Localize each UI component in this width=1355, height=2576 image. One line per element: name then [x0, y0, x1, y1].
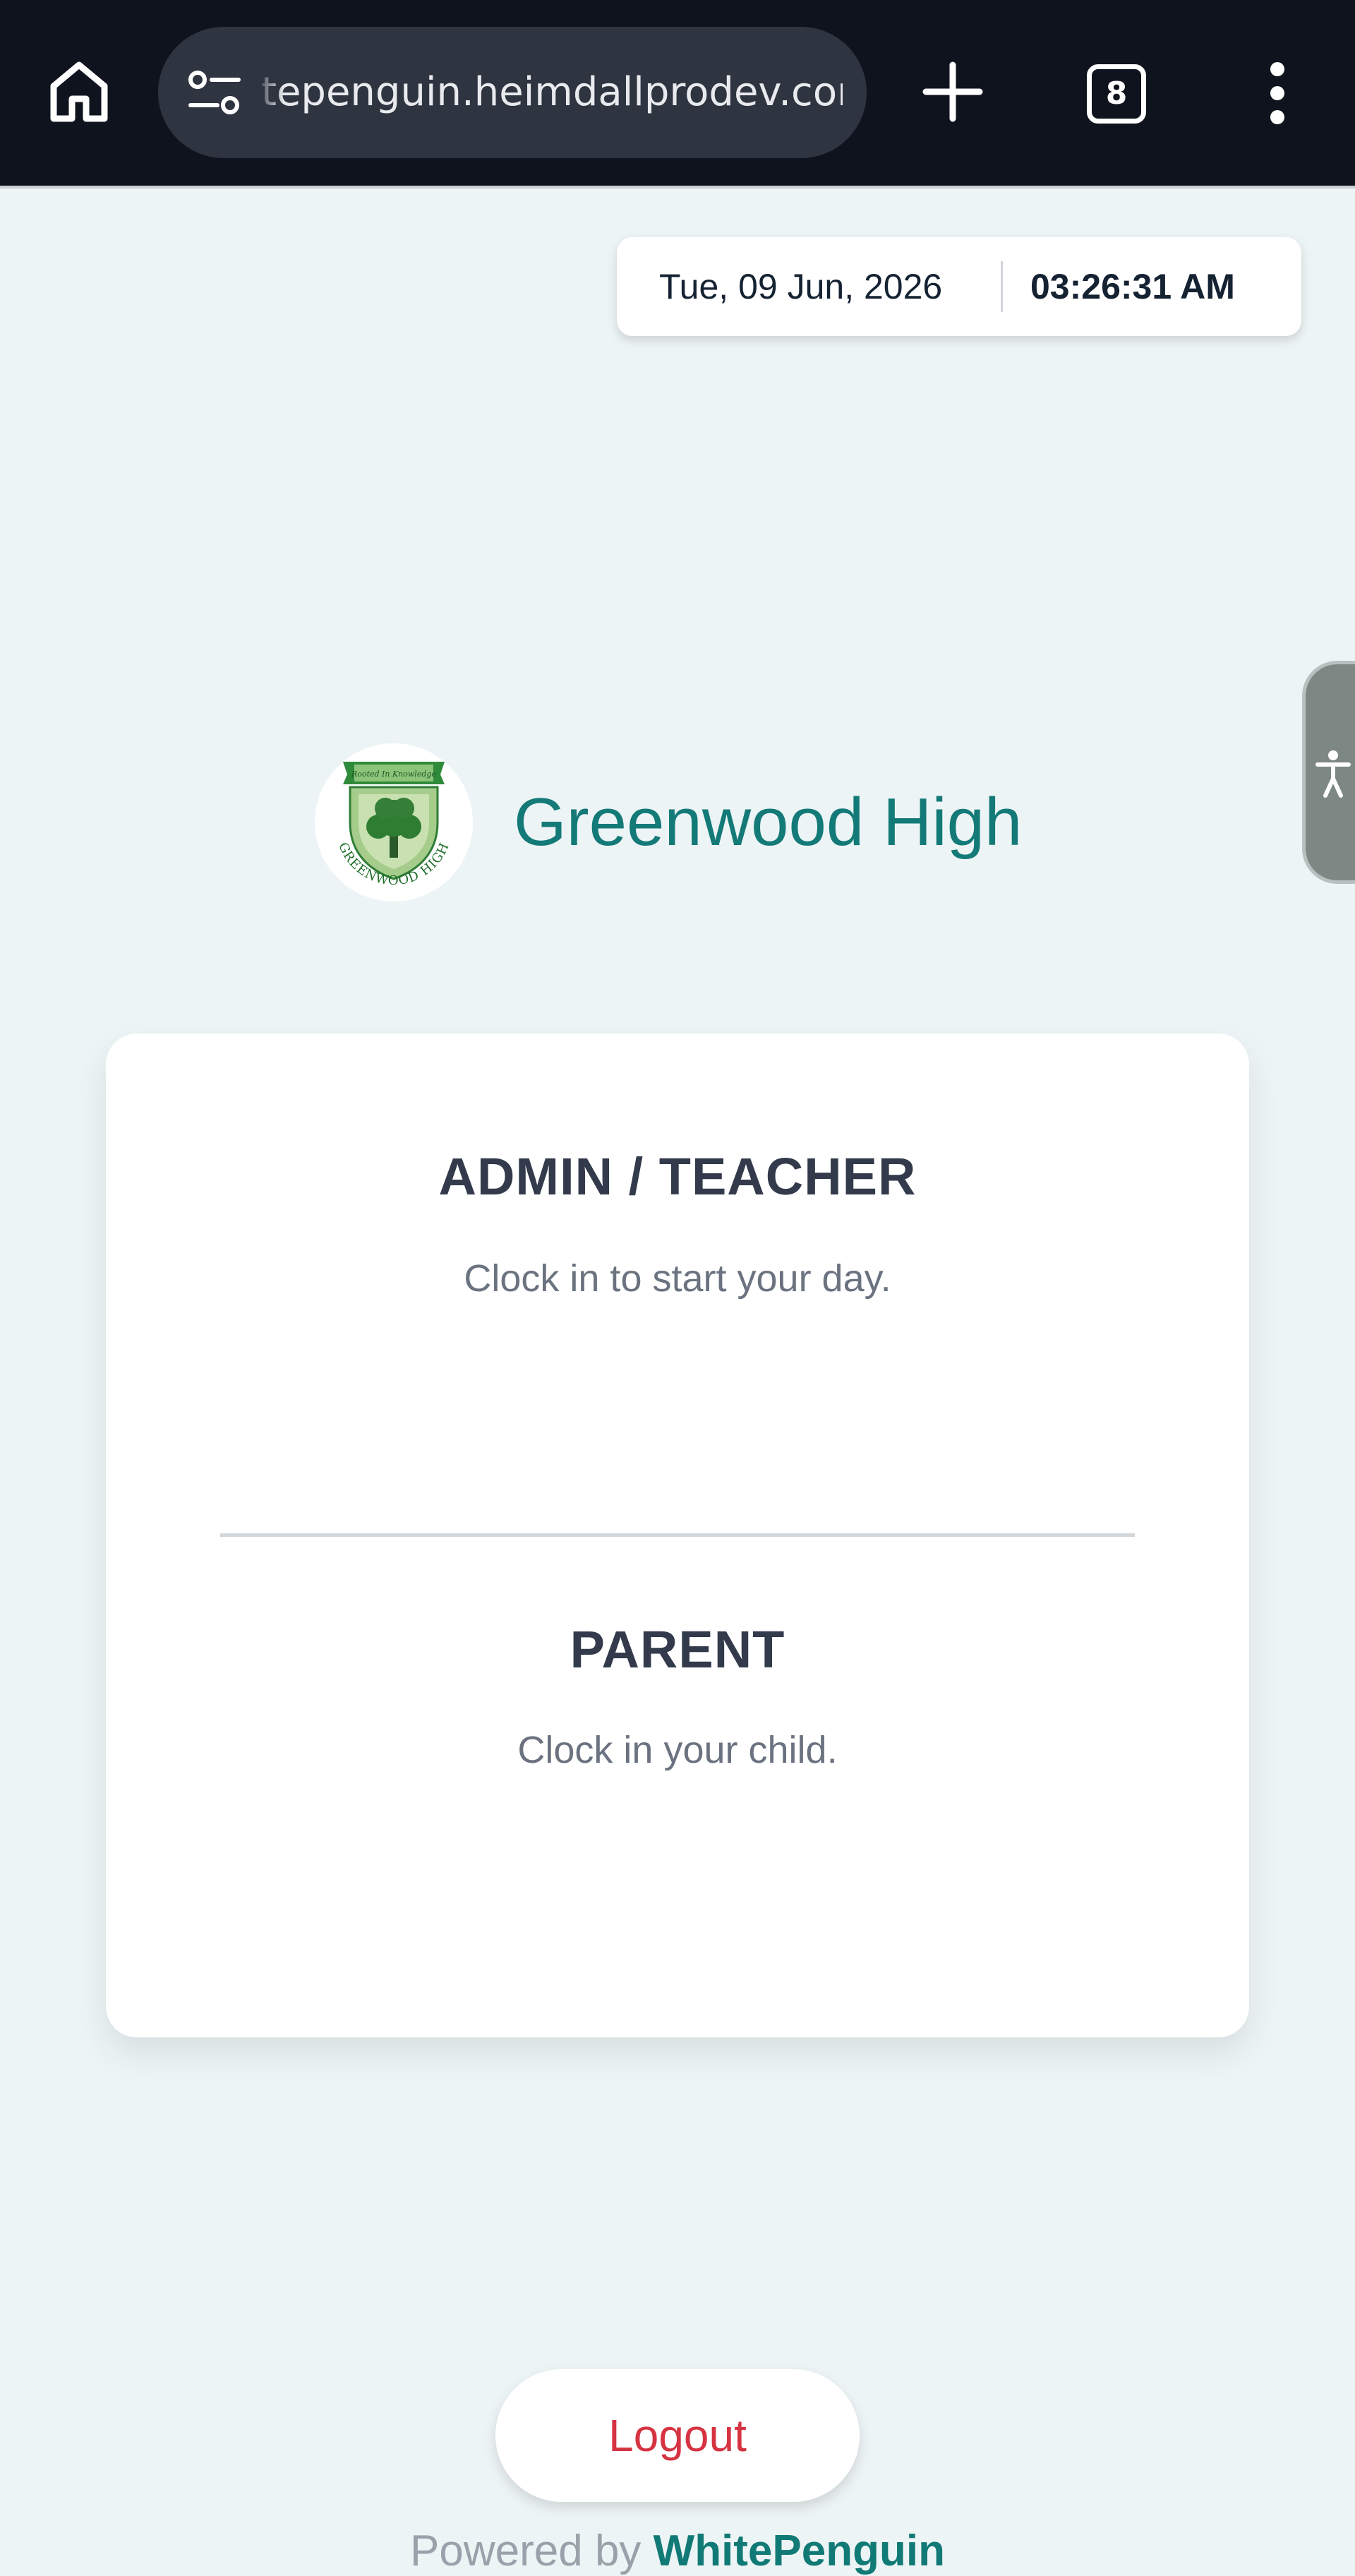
powered-by-text: Powered by: [410, 2527, 642, 2575]
browser-toolbar: tepenguin.heimdallprodev.com 8: [0, 0, 1355, 186]
plus-icon[interactable]: [922, 61, 984, 123]
address-bar[interactable]: tepenguin.heimdallprodev.com: [158, 27, 867, 158]
accessibility-person-icon: [1315, 750, 1351, 798]
url-text[interactable]: tepenguin.heimdallprodev.com: [261, 27, 843, 158]
powered-by-brand[interactable]: WhitePenguin: [654, 2527, 945, 2575]
admin-teacher-subtitle: Clock in to start your day.: [464, 1257, 891, 1300]
role-selection-card: ADMIN / TEACHER Clock in to start your d…: [106, 1034, 1249, 2037]
current-date: Tue, 09 Jun, 2026: [659, 267, 943, 306]
logo-motto-text: Rooted In Knowledge: [351, 769, 436, 779]
more-vert-icon[interactable]: [1256, 59, 1299, 127]
powered-by-footer: Powered by WhitePenguin: [0, 2526, 1355, 2576]
parent-title: PARENT: [570, 1620, 785, 1679]
logout-button[interactable]: Logout: [495, 2369, 860, 2502]
datetime-separator: [1001, 261, 1003, 312]
home-icon[interactable]: [44, 56, 114, 127]
current-time: 03:26:31 AM: [1030, 267, 1235, 306]
admin-teacher-option[interactable]: ADMIN / TEACHER Clock in to start your d…: [106, 1104, 1249, 1471]
parent-subtitle: Clock in your child.: [517, 1729, 838, 1771]
accessibility-toggle[interactable]: [1302, 661, 1355, 884]
datetime-card: Tue, 09 Jun, 2026 03:26:31 AM: [617, 237, 1301, 336]
url-fade: [255, 27, 284, 158]
toolbar-divider: [0, 186, 1355, 188]
school-logo: Rooted In Knowledge GREENWOOD HIGH: [315, 743, 473, 901]
site-settings-icon[interactable]: [186, 68, 243, 117]
role-divider: [220, 1533, 1135, 1537]
parent-option[interactable]: PARENT Clock in your child.: [106, 1619, 1249, 1972]
tabs-icon[interactable]: 8: [1087, 64, 1146, 124]
admin-teacher-title: ADMIN / TEACHER: [438, 1147, 917, 1206]
school-name: Greenwood High: [514, 784, 1023, 860]
